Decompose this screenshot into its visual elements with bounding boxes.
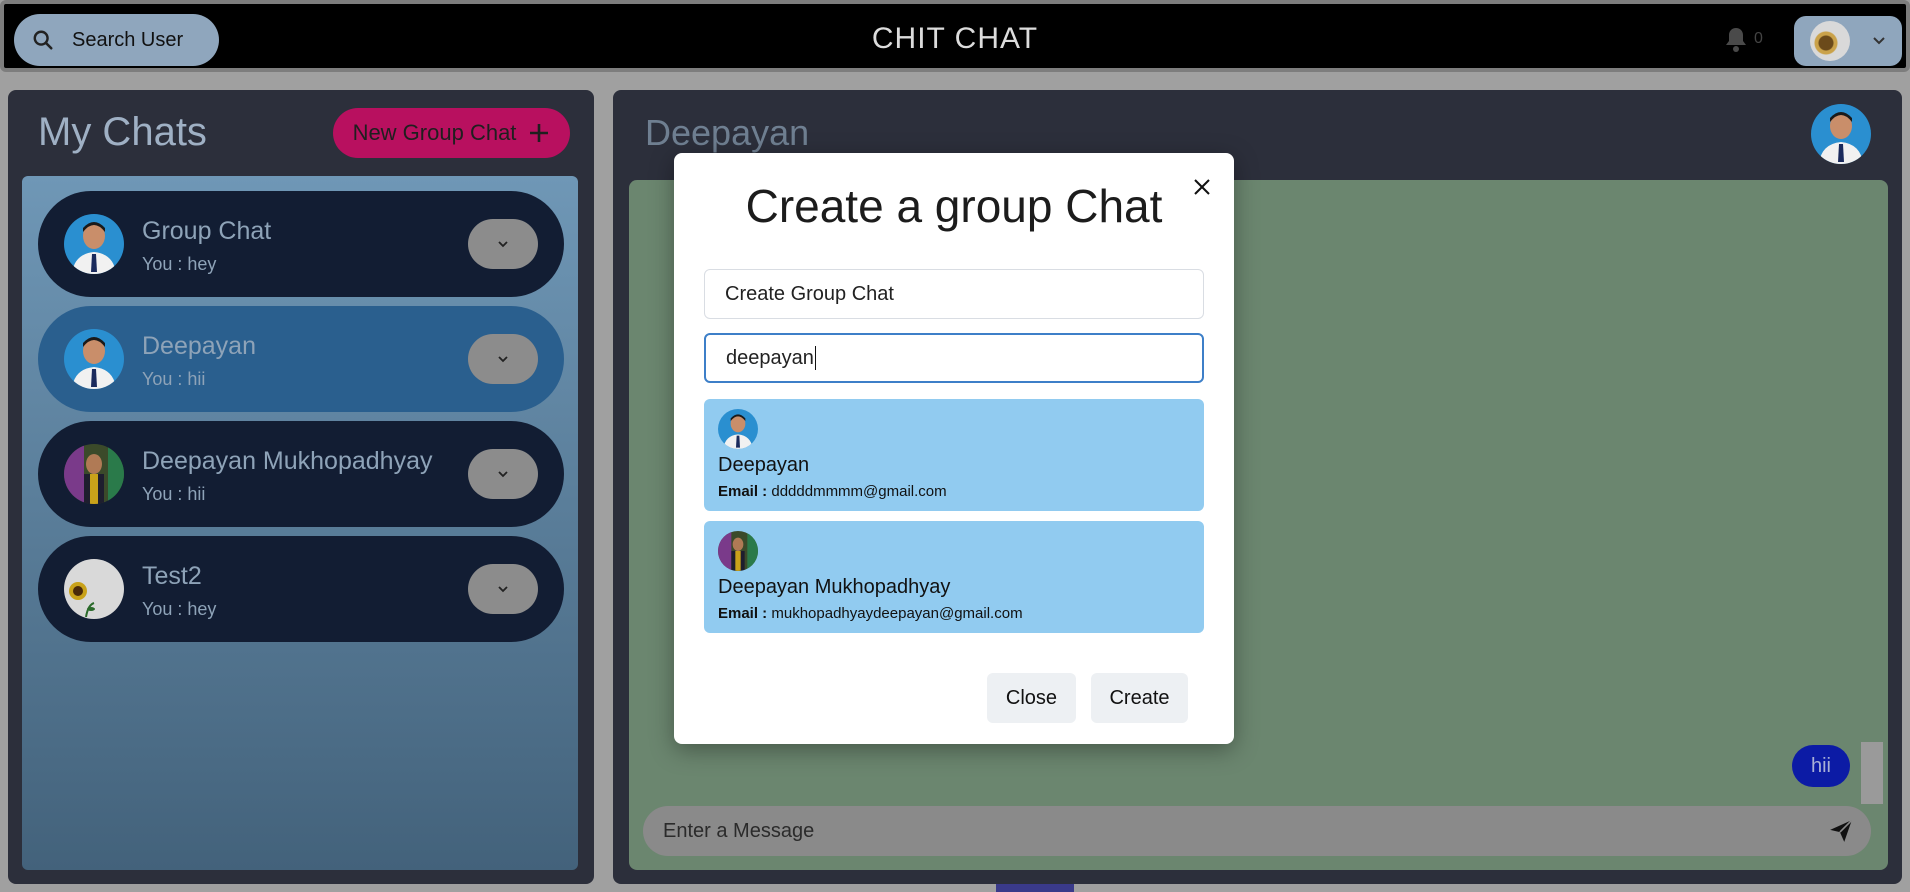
user-email: Email : mukhopadhyaydeepayan@gmail.com	[718, 605, 1023, 622]
add-users-value: deepayan	[726, 346, 814, 369]
user-name: Deepayan Mukhopadhyay	[718, 576, 951, 598]
group-name-value: Create Group Chat	[725, 282, 894, 305]
close-button[interactable]: Close	[987, 673, 1076, 723]
create-group-modal: Create a group Chat Create Group Chat de…	[674, 153, 1234, 744]
text-caret	[814, 346, 817, 370]
create-button[interactable]: Create	[1091, 673, 1188, 723]
user-result-item[interactable]: Deepayan Email : dddddmmmm@gmail.com	[704, 399, 1204, 511]
user-name: Deepayan	[718, 454, 810, 476]
email-label: Email :	[718, 483, 768, 500]
user-result-item[interactable]: Deepayan Mukhopadhyay Email : mukhopadhy…	[704, 521, 1204, 633]
modal-close-button[interactable]	[1188, 173, 1216, 201]
add-users-input[interactable]: deepayan	[704, 333, 1204, 383]
email-value: mukhopadhyaydeepayan@gmail.com	[771, 605, 1023, 622]
user-email: Email : dddddmmmm@gmail.com	[718, 483, 947, 500]
email-value: dddddmmmm@gmail.com	[771, 483, 947, 500]
avatar	[718, 409, 758, 449]
group-name-input[interactable]: Create Group Chat	[704, 269, 1204, 319]
avatar	[718, 531, 758, 571]
email-label: Email :	[718, 605, 768, 622]
close-icon	[1194, 179, 1210, 195]
modal-title: Create a group Chat	[745, 180, 1163, 232]
